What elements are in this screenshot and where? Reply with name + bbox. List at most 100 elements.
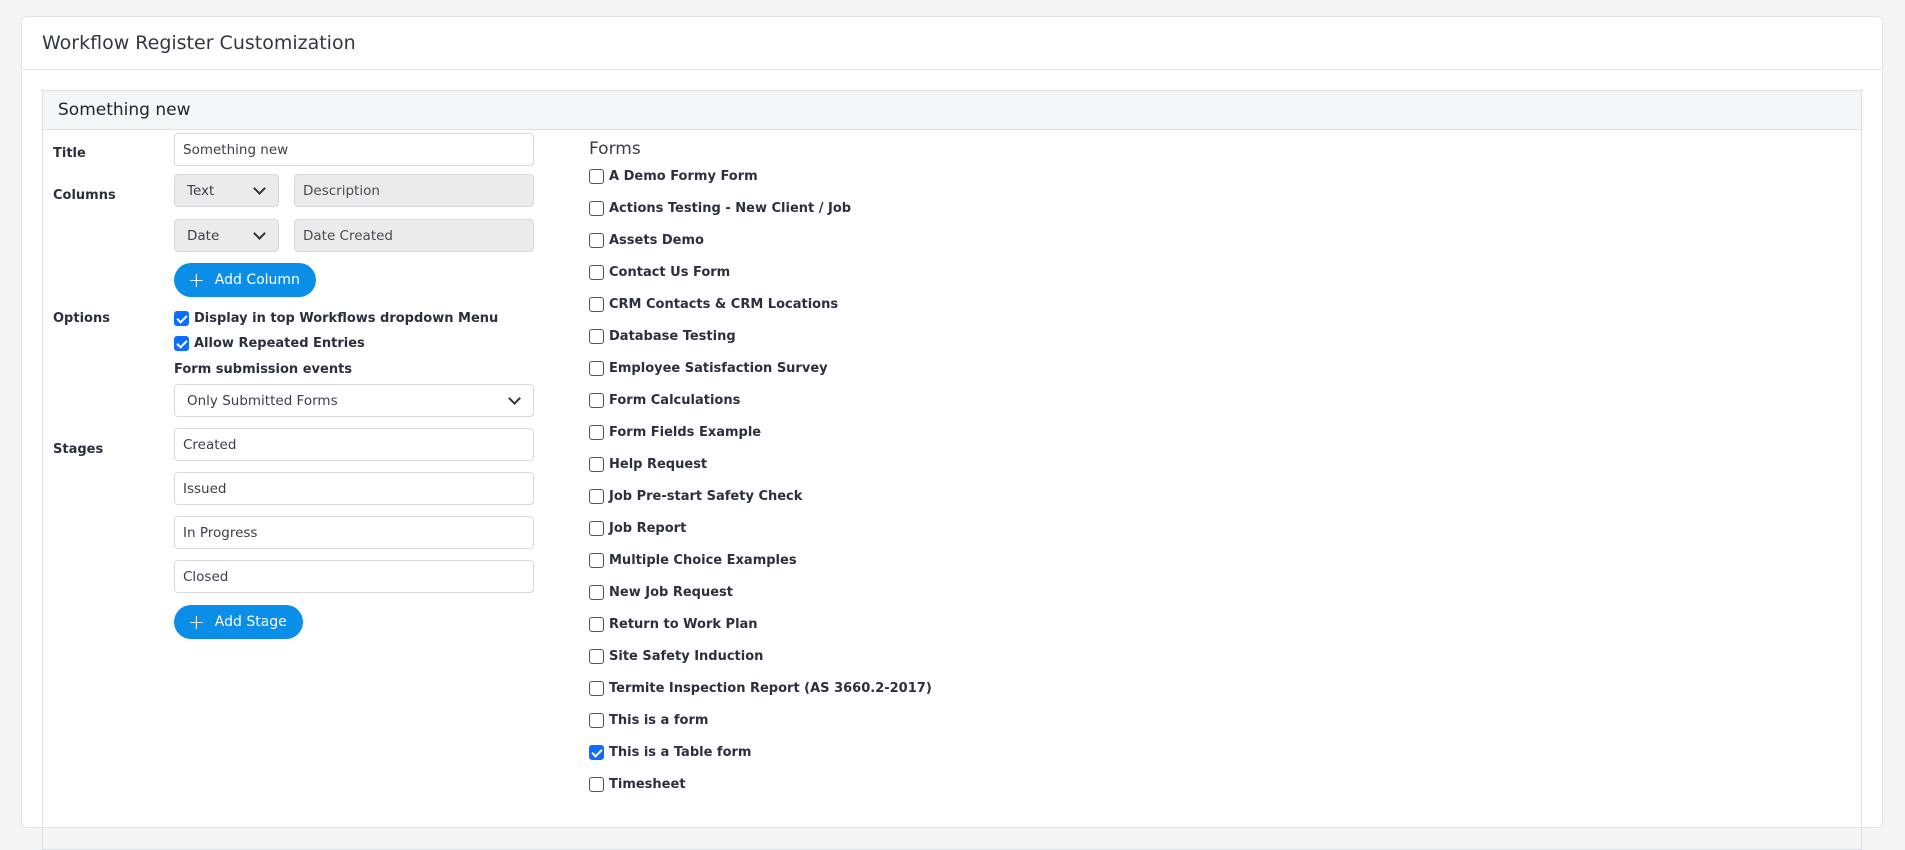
- column-type-value: Text: [187, 182, 215, 199]
- form-option[interactable]: This is a form: [589, 713, 708, 728]
- stages-label: Stages: [53, 442, 104, 457]
- form-option-label: Help Request: [609, 457, 708, 472]
- form-option-label: CRM Contacts & CRM Locations: [609, 297, 839, 312]
- checkbox-icon[interactable]: [589, 201, 604, 216]
- chevron-down-icon: [253, 226, 266, 240]
- form-option[interactable]: Assets Demo: [589, 233, 704, 248]
- form-option[interactable]: New Job Request: [589, 585, 733, 600]
- checkbox-icon[interactable]: [589, 233, 604, 248]
- column-name-value: Date Created: [303, 227, 393, 244]
- column-name-input[interactable]: Description: [294, 174, 534, 207]
- stage-value: Issued: [183, 480, 227, 497]
- checkbox-icon[interactable]: [589, 649, 604, 664]
- form-option-label: Job Report: [609, 521, 687, 536]
- plus-icon: +: [188, 610, 205, 634]
- form-option-label: Multiple Choice Examples: [609, 553, 797, 568]
- form-option[interactable]: Timesheet: [589, 777, 686, 792]
- checkbox-icon[interactable]: [589, 553, 604, 568]
- checkbox-checked-icon[interactable]: [589, 745, 604, 760]
- stage-input[interactable]: Issued: [174, 472, 534, 505]
- option-label: Allow Repeated Entries: [194, 336, 365, 351]
- checkbox-icon[interactable]: [589, 425, 604, 440]
- add-stage-label: Add Stage: [214, 614, 287, 630]
- form-option[interactable]: Form Calculations: [589, 393, 740, 408]
- register-panel: Something new Title Something new Column…: [42, 90, 1862, 850]
- stage-value: Closed: [183, 568, 229, 585]
- form-option[interactable]: Employee Satisfaction Survey: [589, 361, 828, 376]
- form-option[interactable]: Job Pre-start Safety Check: [589, 489, 802, 504]
- checkbox-icon[interactable]: [589, 169, 604, 184]
- chevron-down-icon: [253, 181, 266, 195]
- form-option-label: Employee Satisfaction Survey: [609, 361, 828, 376]
- plus-icon: +: [188, 268, 205, 292]
- checkbox-icon[interactable]: [589, 585, 604, 600]
- form-option-label: Timesheet: [609, 777, 686, 792]
- checkbox-icon[interactable]: [589, 297, 604, 312]
- column-name-value: Description: [303, 182, 380, 199]
- form-option[interactable]: Site Safety Induction: [589, 649, 763, 664]
- chevron-down-icon: [508, 391, 521, 405]
- checkbox-icon[interactable]: [589, 777, 604, 792]
- add-column-label: Add Column: [214, 272, 300, 288]
- form-option[interactable]: Actions Testing - New Client / Job: [589, 201, 851, 216]
- panel-header: Something new: [43, 91, 1861, 130]
- form-option-label: Termite Inspection Report (AS 3660.2-201…: [609, 681, 932, 696]
- checkbox-icon[interactable]: [589, 489, 604, 504]
- title-input-value: Something new: [183, 141, 289, 158]
- checkbox-icon[interactable]: [589, 681, 604, 696]
- submission-events-value: Only Submitted Forms: [187, 392, 338, 409]
- checkbox-checked-icon[interactable]: [174, 336, 189, 351]
- submission-events-label: Form submission events: [174, 362, 353, 377]
- stage-value: In Progress: [183, 524, 258, 541]
- checkbox-icon[interactable]: [589, 361, 604, 376]
- form-option[interactable]: Job Report: [589, 521, 686, 536]
- option-label: Display in top Workflows dropdown Menu: [194, 311, 499, 326]
- checkbox-icon[interactable]: [589, 713, 604, 728]
- stage-input[interactable]: Created: [174, 428, 534, 461]
- option-display-in-menu[interactable]: Display in top Workflows dropdown Menu: [174, 311, 498, 326]
- form-option-label: Assets Demo: [609, 233, 704, 248]
- form-option-label: Form Calculations: [609, 393, 741, 408]
- checkbox-icon[interactable]: [589, 617, 604, 632]
- column-type-select[interactable]: Date: [174, 219, 279, 252]
- column-name-input[interactable]: Date Created: [294, 219, 534, 252]
- checkbox-icon[interactable]: [589, 265, 604, 280]
- form-option[interactable]: CRM Contacts & CRM Locations: [589, 297, 838, 312]
- title-label: Title: [53, 146, 86, 161]
- stage-value: Created: [183, 436, 237, 453]
- form-option[interactable]: Multiple Choice Examples: [589, 553, 797, 568]
- form-option-label: Site Safety Induction: [609, 649, 764, 664]
- form-option[interactable]: A Demo Formy Form: [589, 169, 758, 184]
- options-label: Options: [53, 311, 110, 326]
- add-column-button[interactable]: + Add Column: [174, 263, 316, 297]
- checkbox-icon[interactable]: [589, 457, 604, 472]
- checkbox-icon[interactable]: [589, 521, 604, 536]
- stage-input[interactable]: In Progress: [174, 516, 534, 549]
- form-option[interactable]: Form Fields Example: [589, 425, 761, 440]
- form-option-label: Actions Testing - New Client / Job: [609, 201, 852, 216]
- form-option[interactable]: Help Request: [589, 457, 707, 472]
- form-option[interactable]: This is a Table form: [589, 745, 751, 760]
- submission-events-select[interactable]: Only Submitted Forms: [174, 384, 534, 417]
- form-option[interactable]: Return to Work Plan: [589, 617, 758, 632]
- column-type-select[interactable]: Text: [174, 174, 279, 207]
- title-input[interactable]: Something new: [174, 133, 534, 166]
- form-option-label: Database Testing: [609, 329, 736, 344]
- stage-input[interactable]: Closed: [174, 560, 534, 593]
- form-option-label: This is a form: [609, 713, 709, 728]
- option-allow-repeated[interactable]: Allow Repeated Entries: [174, 336, 365, 351]
- forms-title: Forms: [589, 139, 641, 159]
- form-option-label: This is a Table form: [609, 745, 752, 760]
- form-option-label: Form Fields Example: [609, 425, 762, 440]
- customization-card: Workflow Register Customization Somethin…: [21, 16, 1883, 850]
- form-option[interactable]: Database Testing: [589, 329, 736, 344]
- add-stage-button[interactable]: + Add Stage: [174, 605, 303, 639]
- checkbox-checked-icon[interactable]: [174, 311, 189, 326]
- form-option[interactable]: Termite Inspection Report (AS 3660.2-201…: [589, 681, 932, 696]
- register-name: Something new: [58, 100, 191, 120]
- form-option-label: Job Pre-start Safety Check: [609, 489, 803, 504]
- checkbox-icon[interactable]: [589, 329, 604, 344]
- checkbox-icon[interactable]: [589, 393, 604, 408]
- page-title: Workflow Register Customization: [42, 32, 356, 54]
- form-option[interactable]: Contact Us Form: [589, 265, 730, 280]
